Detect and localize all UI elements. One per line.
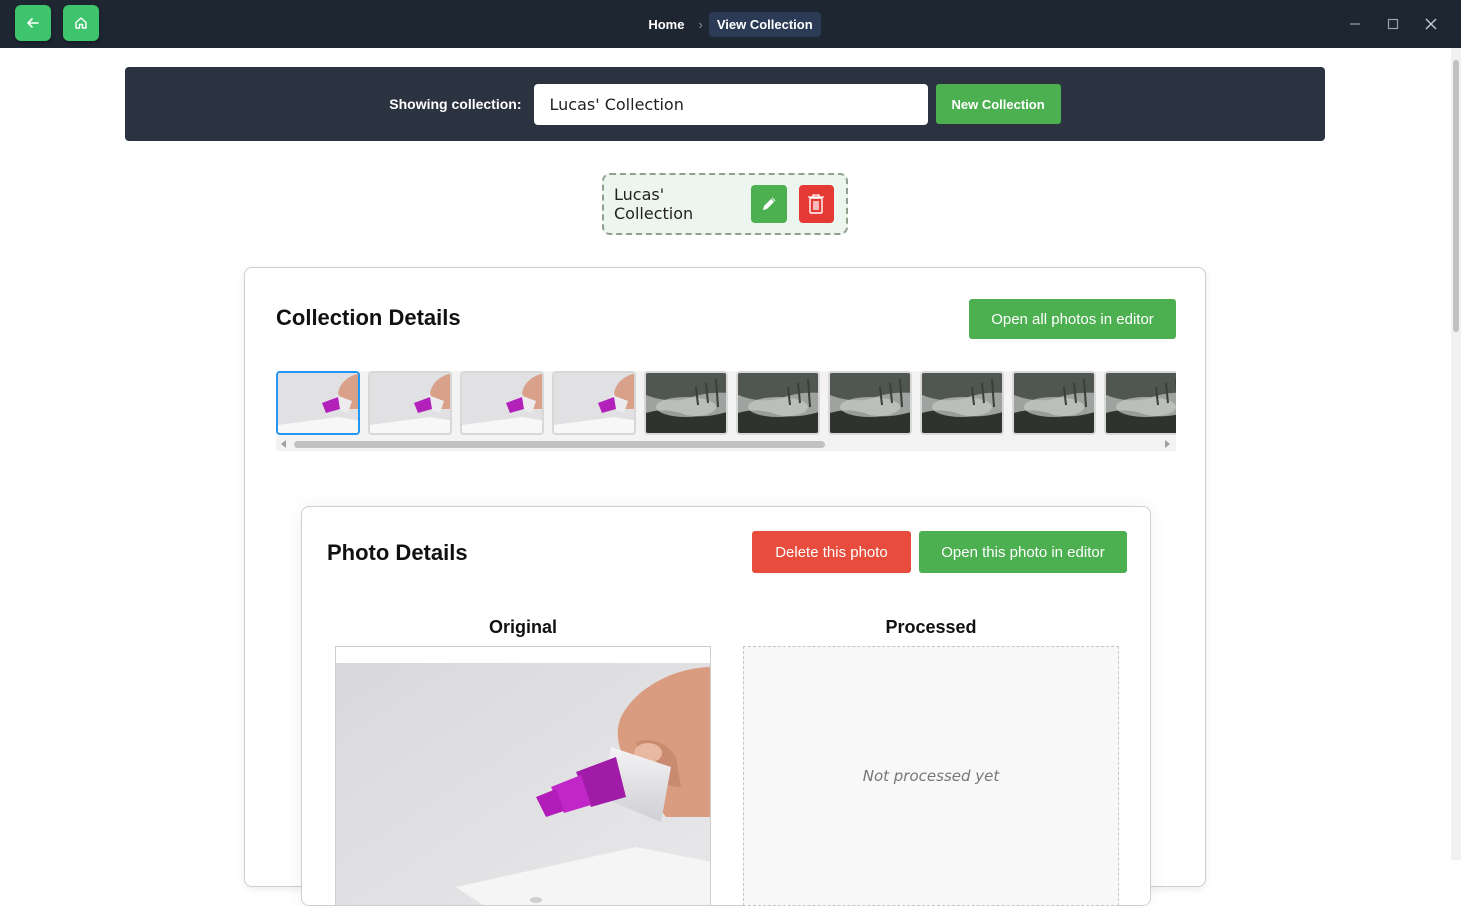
scroll-left-icon[interactable] xyxy=(281,440,286,448)
photo-thumbnail[interactable] xyxy=(920,371,1004,435)
collection-details-title: Collection Details xyxy=(276,305,461,330)
not-processed-text: Not processed yet xyxy=(862,767,1000,785)
photo-thumbnail[interactable] xyxy=(1104,371,1176,435)
photo-thumbnail[interactable] xyxy=(1012,371,1096,435)
collection-details-card: Collection Details Open all photos in ed… xyxy=(244,267,1206,906)
thumbnail-strip xyxy=(276,371,1176,451)
thumbnail-scrollbar[interactable] xyxy=(276,437,1176,451)
photo-thumbnail[interactable] xyxy=(644,371,728,435)
photo-thumbnail[interactable] xyxy=(736,371,820,435)
pencil-icon xyxy=(762,197,776,210)
close-button[interactable] xyxy=(1419,12,1443,36)
breadcrumb-home[interactable]: Home xyxy=(640,12,692,37)
original-photo xyxy=(335,646,711,906)
photo-thumbnail[interactable] xyxy=(828,371,912,435)
minimize-icon xyxy=(1350,23,1360,25)
collection-label: Showing collection: xyxy=(389,96,522,112)
photo-thumbnail[interactable] xyxy=(276,371,360,435)
collection-tag: Lucas' Collection xyxy=(602,173,848,235)
collection-bar: Showing collection: Lucas' Collection Ne… xyxy=(125,67,1325,141)
photo-thumbnail[interactable] xyxy=(368,371,452,435)
photo-details-title: Photo Details xyxy=(327,540,468,565)
delete-collection-button[interactable] xyxy=(798,185,834,223)
title-bar: Home › View Collection xyxy=(0,0,1461,48)
photo-thumbnail[interactable] xyxy=(552,371,636,435)
open-photo-in-editor-button[interactable]: Open this photo in editor xyxy=(919,531,1127,573)
breadcrumb-view-collection[interactable]: View Collection xyxy=(708,11,821,37)
breadcrumb: Home › View Collection xyxy=(0,11,1461,37)
edit-collection-button[interactable] xyxy=(751,185,787,223)
trash-icon xyxy=(808,194,825,214)
chevron-right-icon: › xyxy=(698,16,703,32)
maximize-button[interactable] xyxy=(1381,12,1405,36)
close-icon xyxy=(1425,18,1437,30)
delete-photo-button[interactable]: Delete this photo xyxy=(752,531,911,573)
collection-tag-name: Lucas' Collection xyxy=(614,185,694,223)
original-label: Original xyxy=(488,617,557,637)
open-all-photos-button[interactable]: Open all photos in editor xyxy=(969,299,1176,339)
scroll-right-icon[interactable] xyxy=(1165,440,1170,448)
processed-photo-placeholder: Not processed yet xyxy=(743,646,1119,906)
maximize-icon xyxy=(1387,18,1399,30)
photo-thumbnail[interactable] xyxy=(460,371,544,435)
processed-label: Processed xyxy=(885,617,977,637)
photo-details-card: Photo Details Delete this photo Open thi… xyxy=(301,506,1151,906)
new-collection-button[interactable]: New Collection xyxy=(935,84,1061,124)
thumbnail-scrollbar-thumb[interactable] xyxy=(294,441,825,448)
collection-select[interactable]: Lucas' Collection xyxy=(533,83,928,125)
page-scrollbar-thumb[interactable] xyxy=(1453,60,1459,332)
minimize-button[interactable] xyxy=(1343,12,1367,36)
